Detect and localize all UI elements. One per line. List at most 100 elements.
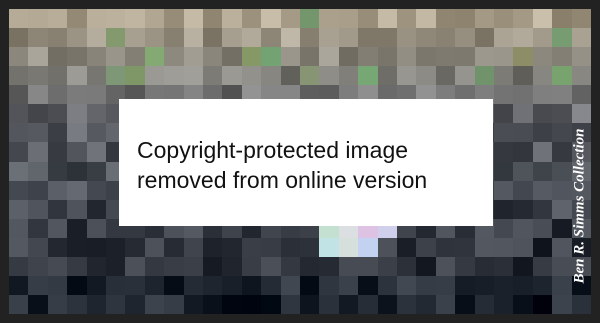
mosaic-pixel bbox=[202, 294, 223, 314]
mosaic-pixel bbox=[261, 237, 281, 257]
mosaic-pixel bbox=[105, 9, 126, 29]
mosaic-pixel bbox=[299, 256, 320, 276]
mosaic-pixel bbox=[280, 294, 300, 314]
mosaic-pixel bbox=[67, 142, 87, 162]
mosaic-pixel bbox=[319, 28, 339, 48]
mosaic-pixel bbox=[299, 47, 320, 67]
mosaic-pixel bbox=[513, 104, 533, 124]
mosaic-pixel bbox=[396, 237, 417, 257]
mosaic-pixel bbox=[86, 275, 106, 295]
mosaic-pixel bbox=[396, 294, 417, 314]
mosaic-pixel bbox=[28, 85, 48, 105]
mosaic-pixel bbox=[396, 28, 417, 48]
mosaic-pixel bbox=[28, 218, 48, 238]
mosaic-pixel bbox=[28, 237, 48, 257]
mosaic-pixel bbox=[358, 66, 378, 86]
mosaic-pixel bbox=[164, 256, 184, 276]
mosaic-pixel bbox=[9, 142, 29, 162]
mosaic-pixel bbox=[513, 28, 533, 48]
mosaic-pixel bbox=[358, 47, 378, 67]
mosaic-pixel bbox=[532, 161, 553, 181]
mosaic-pixel bbox=[67, 9, 87, 29]
mosaic-pixel bbox=[377, 294, 397, 314]
mosaic-pixel bbox=[9, 9, 29, 29]
mosaic-pixel bbox=[377, 47, 397, 67]
mosaic-pixel bbox=[493, 294, 514, 314]
mosaic-pixel bbox=[9, 237, 29, 257]
mosaic-pixel bbox=[299, 66, 320, 86]
mosaic-pixel bbox=[183, 9, 203, 29]
mosaic-pixel bbox=[105, 256, 126, 276]
mosaic-pixel bbox=[474, 47, 494, 67]
mosaic-pixel bbox=[377, 9, 397, 29]
mosaic-pixel bbox=[435, 47, 456, 67]
mosaic-pixel bbox=[86, 218, 106, 238]
mosaic-pixel bbox=[493, 275, 514, 295]
mosaic-pixel bbox=[28, 161, 48, 181]
mosaic-pixel bbox=[28, 294, 48, 314]
mosaic-pixel bbox=[28, 180, 48, 200]
mosaic-pixel bbox=[105, 28, 126, 48]
mosaic-pixel bbox=[474, 275, 494, 295]
mosaic-pixel bbox=[202, 275, 223, 295]
mosaic-pixel bbox=[105, 47, 126, 67]
mosaic-pixel bbox=[338, 47, 359, 67]
mosaic-pixel bbox=[261, 294, 281, 314]
mosaic-pixel bbox=[513, 47, 533, 67]
mosaic-pixel bbox=[455, 66, 475, 86]
mosaic-pixel bbox=[67, 256, 87, 276]
mosaic-pixel bbox=[86, 28, 106, 48]
mosaic-pixel bbox=[571, 9, 591, 29]
mosaic-pixel bbox=[552, 256, 572, 276]
mosaic-pixel bbox=[493, 85, 514, 105]
mosaic-pixel bbox=[261, 28, 281, 48]
mosaic-pixel bbox=[202, 66, 223, 86]
mosaic-pixel bbox=[125, 275, 145, 295]
mosaic-pixel bbox=[338, 9, 359, 29]
mosaic-pixel bbox=[86, 66, 106, 86]
mosaic-pixel bbox=[261, 275, 281, 295]
mosaic-pixel bbox=[493, 9, 514, 29]
mosaic-pixel bbox=[241, 66, 262, 86]
mosaic-pixel bbox=[474, 9, 494, 29]
mosaic-pixel bbox=[474, 294, 494, 314]
mosaic-pixel bbox=[222, 275, 242, 295]
mosaic-pixel bbox=[416, 275, 436, 295]
mosaic-pixel bbox=[416, 66, 436, 86]
mosaic-pixel bbox=[144, 256, 165, 276]
mosaic-pixel bbox=[532, 199, 553, 219]
mosaic-pixel bbox=[532, 142, 553, 162]
mosaic-pixel bbox=[144, 275, 165, 295]
mosaic-pixel bbox=[28, 275, 48, 295]
mosaic-pixel bbox=[47, 28, 68, 48]
mosaic-pixel bbox=[571, 294, 591, 314]
mosaic-pixel bbox=[67, 66, 87, 86]
mosaic-pixel bbox=[416, 237, 436, 257]
mosaic-pixel bbox=[532, 256, 553, 276]
mosaic-pixel bbox=[377, 275, 397, 295]
mosaic-pixel bbox=[28, 142, 48, 162]
mosaic-pixel bbox=[222, 294, 242, 314]
mosaic-pixel bbox=[299, 275, 320, 295]
mosaic-pixel bbox=[493, 218, 514, 238]
mosaic-pixel bbox=[9, 104, 29, 124]
mosaic-pixel bbox=[513, 199, 533, 219]
mosaic-pixel bbox=[28, 9, 48, 29]
mosaic-pixel bbox=[202, 237, 223, 257]
mosaic-pixel bbox=[67, 180, 87, 200]
mosaic-pixel bbox=[28, 104, 48, 124]
mosaic-pixel bbox=[571, 28, 591, 48]
mosaic-pixel bbox=[358, 294, 378, 314]
mosaic-pixel bbox=[67, 104, 87, 124]
mosaic-pixel bbox=[280, 275, 300, 295]
mosaic-pixel bbox=[416, 47, 436, 67]
mosaic-pixel bbox=[358, 237, 378, 257]
mosaic-pixel bbox=[280, 256, 300, 276]
mosaic-pixel bbox=[125, 28, 145, 48]
mosaic-pixel bbox=[416, 256, 436, 276]
mosaic-pixel bbox=[183, 28, 203, 48]
mosaic-pixel bbox=[241, 237, 262, 257]
mosaic-pixel bbox=[474, 28, 494, 48]
mosaic-pixel bbox=[47, 294, 68, 314]
mosaic-pixel bbox=[474, 237, 494, 257]
